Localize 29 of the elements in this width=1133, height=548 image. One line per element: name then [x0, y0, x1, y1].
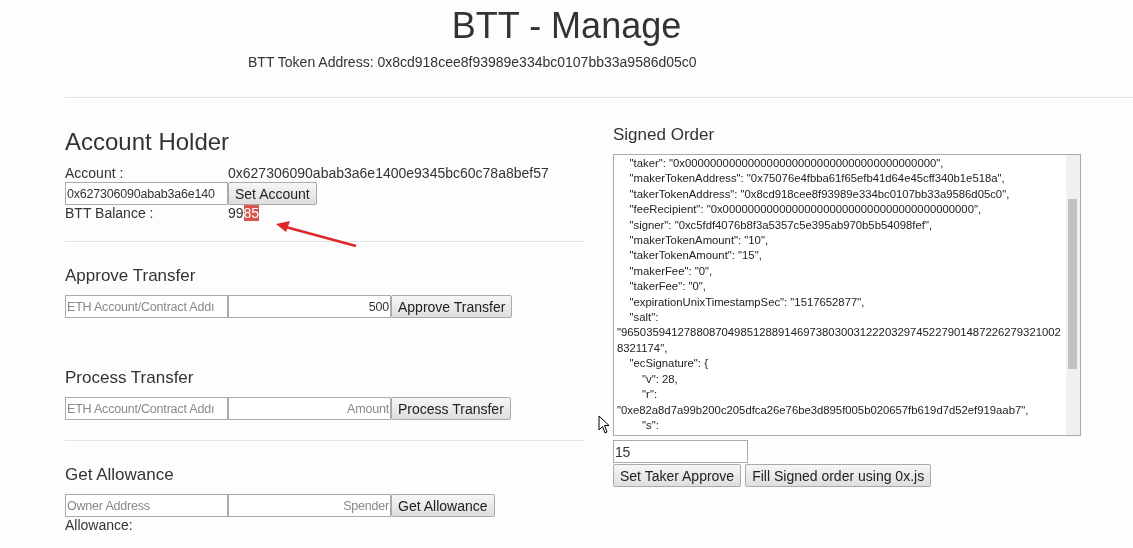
- section-heading: Get Allowance: [65, 465, 175, 485]
- action-button[interactable]: Approve Transfer: [391, 295, 513, 318]
- set-account-button[interactable]: Set Account: [228, 182, 317, 205]
- account-field[interactable]: 0x627306090abab3a6e140: [65, 182, 228, 205]
- balance-label: BTT Balance :: [65, 205, 155, 222]
- balance-value: 9985: [228, 205, 260, 222]
- section-heading: Approve Transfer: [65, 266, 197, 286]
- page-title: BTT - Manage: [450, 4, 683, 48]
- token-address: BTT Token Address: 0x8cd918cee8f93989e334bc0107bb33a9586d05c0: [248, 54, 698, 70]
- account-label: Account :: [65, 165, 125, 182]
- text-field[interactable]: Spender: [228, 494, 391, 517]
- cursor-icon: [598, 415, 610, 434]
- section-heading: Process Transfer: [65, 368, 195, 388]
- section-heading: Signed Order: [613, 125, 716, 145]
- signed-order-textarea[interactable]: "taker": "0x0000000000000000000000000000000000000000", "makerTokenAddress": "0x75076e4fbba61f65efb41d64e45cff340b1e518a", "takerTokenAddress": "0x8cd918cee8f93989e334bc0107bb33a9586d05c0", "feeRecipient": "0x0000000000000000000000000000000000000000", "signer": "0xc5fdf4076b8f3a5357c5e395ab970b5b54098fef", "makerTokenAmount": "10", "takerTokenAmount": "15", "makerFee": "0", "takerFee": "0", "expirationUnixTimestampSec": "1517652877", "salt": "96503594127880870498512889146973803003122203297452279014872262793210028321174", "ecSignature": { "v": 28, "r": "0xe82a8d7a99b200c205dfca26e76be3d895f005b020657fb619d7d52ef919aab7", "s":: [613, 154, 1081, 436]
- text-field[interactable]: Amount: [228, 397, 391, 420]
- account-value: 0x627306090abab3a6e1400e9345bc60c78a8bef57: [228, 165, 549, 182]
- allowance-label: Allowance:: [65, 517, 133, 533]
- action-button[interactable]: Get Allowance: [391, 494, 495, 517]
- action-button[interactable]: Process Transfer: [391, 397, 511, 420]
- section-heading: Account Holder: [65, 128, 231, 156]
- taker-amount-field[interactable]: 15: [613, 440, 748, 463]
- text-field[interactable]: Owner Address: [65, 494, 228, 517]
- text-field[interactable]: 500: [228, 295, 391, 318]
- order-button[interactable]: Set Taker Approve: [613, 464, 742, 487]
- scrollbar[interactable]: [1066, 155, 1080, 435]
- order-button[interactable]: Fill Signed order using 0x.js: [745, 464, 932, 487]
- text-field[interactable]: ETH Account/Contract Addı: [65, 295, 228, 318]
- text-field[interactable]: ETH Account/Contract Addı: [65, 397, 228, 420]
